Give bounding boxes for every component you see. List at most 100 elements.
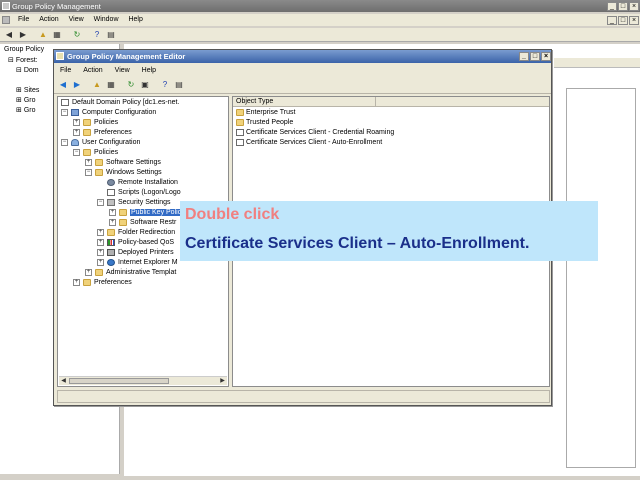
list-item[interactable]: Trusted People — [236, 118, 293, 128]
outer-menu-view[interactable]: View — [65, 14, 88, 23]
folder-icon — [236, 108, 244, 116]
tree-software-restriction[interactable]: + Software Restr — [109, 218, 176, 228]
expand-toggle[interactable]: + — [73, 118, 80, 126]
up-folder-icon[interactable]: ▲ — [38, 30, 48, 40]
editor-properties-icon[interactable]: ▤ — [174, 80, 184, 90]
expand-toggle[interactable]: + — [73, 278, 80, 286]
outer-child-minimize-button[interactable]: _ — [607, 16, 617, 25]
folder-icon — [83, 278, 91, 286]
properties-icon[interactable]: ▤ — [106, 30, 116, 40]
tree-user-configuration[interactable]: − User Configuration — [61, 138, 140, 148]
scroll-right-icon[interactable]: ▶ — [218, 377, 227, 385]
tree-root[interactable]: Default Domain Policy [dc1.es-net. — [61, 98, 179, 108]
tree-policy-qos[interactable]: + Policy-based QoS — [97, 238, 174, 248]
tree-computer-configuration[interactable]: − Computer Configuration — [61, 108, 156, 118]
scroll-left-icon[interactable]: ◀ — [59, 377, 68, 385]
expand-toggle[interactable]: + — [73, 128, 80, 136]
scroll-thumb[interactable] — [69, 378, 169, 384]
editor-maximize-button[interactable]: □ — [530, 52, 540, 61]
editor-show-tree-icon[interactable]: ▦ — [106, 80, 116, 90]
expand-toggle[interactable]: + — [109, 218, 116, 226]
expand-toggle[interactable]: + — [109, 208, 116, 216]
outer-tree-domains[interactable]: ⊟ Dom — [16, 66, 39, 74]
tree-folder-redirection[interactable]: + Folder Redirection — [97, 228, 175, 238]
tree-uc-policies[interactable]: − Policies — [73, 148, 118, 158]
list-item[interactable]: Certificate Services Client - Credential… — [236, 128, 394, 138]
system-menu-icon[interactable] — [2, 16, 10, 24]
tree-cc-preferences[interactable]: + Preferences — [73, 128, 132, 138]
outer-child-close-button[interactable]: × — [629, 16, 639, 25]
outer-tree-forest[interactable]: ⊟ Forest: — [8, 56, 38, 64]
refresh-icon[interactable]: ↻ — [72, 30, 82, 40]
expand-toggle[interactable]: + — [85, 158, 92, 166]
outer-menu-action[interactable]: Action — [35, 14, 62, 23]
editor-menu-view[interactable]: View — [109, 65, 134, 74]
show-tree-icon[interactable]: ▦ — [52, 30, 62, 40]
collapse-toggle[interactable]: − — [61, 108, 68, 116]
list-item-label: Enterprise Trust — [246, 109, 296, 116]
tree-scripts[interactable]: Scripts (Logon/Logo — [107, 188, 181, 198]
outer-tree-gpr[interactable]: ⊞ Gro — [16, 106, 35, 114]
editor-titlebar: Group Policy Management Editor _ □ × — [54, 50, 551, 63]
outer-minimize-button[interactable]: _ — [607, 2, 617, 11]
outer-tree-sites-label: Sites — [23, 87, 40, 94]
tree-ie-maintenance[interactable]: + Internet Explorer M — [97, 258, 178, 268]
outer-menu-window[interactable]: Window — [90, 14, 123, 23]
tree-public-key-policies[interactable]: + Public Key Polic — [109, 208, 183, 218]
outer-menu-file[interactable]: File — [14, 14, 33, 23]
expand-toggle[interactable]: + — [97, 248, 104, 256]
tree-security-settings[interactable]: − Security Settings — [97, 198, 171, 208]
collapse-toggle[interactable]: − — [73, 148, 80, 156]
editor-forward-icon[interactable]: ▶ — [72, 80, 82, 90]
editor-minimize-button[interactable]: _ — [519, 52, 529, 61]
tree-cc-policies[interactable]: + Policies — [73, 118, 118, 128]
tree-remote-installation[interactable]: Remote Installation — [107, 178, 178, 188]
tree-computer-configuration-label: Computer Configuration — [82, 109, 157, 116]
outer-menu-help[interactable]: Help — [124, 14, 146, 23]
tree-administrative-templates[interactable]: + Administrative Templat — [85, 268, 176, 278]
outer-tree-sites[interactable]: ⊞ Sites — [16, 86, 39, 94]
tree-deployed-printers[interactable]: + Deployed Printers — [97, 248, 174, 258]
expand-toggle[interactable]: + — [97, 228, 104, 236]
tree-horizontal-scrollbar[interactable]: ◀ ▶ — [59, 376, 227, 385]
list-item-auto-enrollment[interactable]: Certificate Services Client - Auto-Enrol… — [236, 138, 382, 148]
list-item[interactable]: Enterprise Trust — [236, 108, 295, 118]
expand-toggle[interactable]: + — [85, 268, 92, 276]
tree-uc-policies-label: Policies — [94, 149, 119, 156]
editor-menubar: File Action View Help — [54, 65, 551, 77]
editor-menu-help[interactable]: Help — [136, 65, 160, 74]
back-arrow-icon[interactable]: ◀ — [4, 30, 14, 40]
folder-icon — [95, 158, 103, 166]
expand-toggle[interactable]: + — [97, 238, 104, 246]
editor-back-icon[interactable]: ◀ — [58, 80, 68, 90]
expand-toggle[interactable]: + — [97, 258, 104, 266]
outer-child-restore-button[interactable]: □ — [618, 16, 628, 25]
editor-menu-file[interactable]: File — [54, 65, 75, 74]
forward-arrow-icon[interactable]: ▶ — [18, 30, 28, 40]
editor-close-button[interactable]: × — [541, 52, 551, 61]
outer-tree-forest-label: Forest: — [15, 57, 38, 64]
editor-export-icon[interactable]: ▣ — [140, 80, 150, 90]
folder-icon — [119, 218, 127, 226]
tree-software-settings[interactable]: + Software Settings — [85, 158, 161, 168]
outer-tree-root[interactable]: Group Policy — [4, 46, 44, 53]
collapse-toggle[interactable]: − — [85, 168, 92, 176]
outer-details-tabbar — [554, 58, 640, 68]
outer-tree-root-label: Group Policy — [4, 46, 45, 53]
editor-menu-action[interactable]: Action — [77, 65, 106, 74]
outer-close-button[interactable]: × — [629, 2, 639, 11]
folder-icon — [95, 168, 103, 176]
tree-windows-settings[interactable]: − Windows Settings — [85, 168, 162, 178]
column-header-object-type[interactable]: Object Type — [236, 97, 376, 107]
collapse-toggle[interactable]: − — [61, 138, 68, 146]
editor-up-icon[interactable]: ▲ — [92, 80, 102, 90]
outer-tree-gpm[interactable]: ⊞ Gro — [16, 96, 35, 104]
outer-maximize-button[interactable]: □ — [618, 2, 628, 11]
help-icon[interactable]: ? — [92, 30, 102, 40]
tree-uc-preferences[interactable]: + Preferences — [73, 278, 132, 288]
list-item-label: Trusted People — [246, 119, 294, 126]
editor-help-icon[interactable]: ? — [160, 80, 170, 90]
collapse-toggle[interactable]: − — [97, 198, 104, 206]
tree-software-restriction-label: Software Restr — [130, 219, 177, 226]
editor-refresh-icon[interactable]: ↻ — [126, 80, 136, 90]
